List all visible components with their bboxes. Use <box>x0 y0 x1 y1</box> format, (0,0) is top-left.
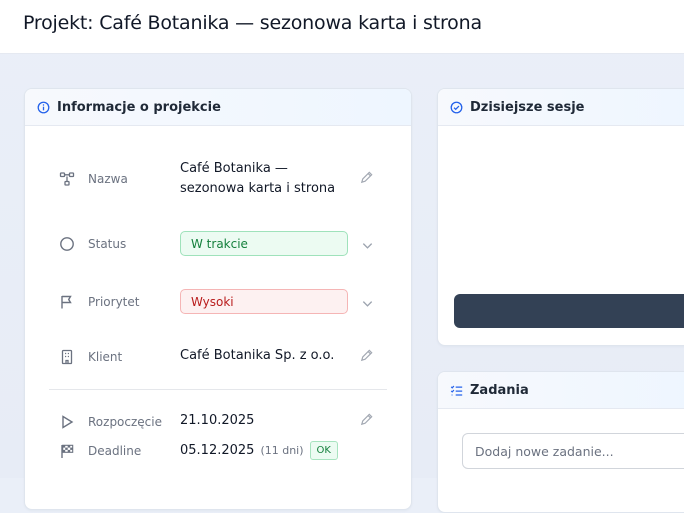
name-value-line1: Café Botanika — <box>180 161 288 176</box>
start-value: 21.10.2025 <box>180 413 255 428</box>
sessions-header: Dzisiejsze sesje <box>438 89 684 126</box>
hierarchy-icon <box>59 171 75 187</box>
name-value: Café Botanika — sezonowa karta i strona <box>180 159 335 199</box>
sessions-title: Dzisiejsze sesje <box>470 99 585 115</box>
project-info-title: Informacje o projekcie <box>57 99 221 115</box>
flag-icon <box>59 294 75 310</box>
building-icon <box>59 349 75 365</box>
tasks-card: Zadania <box>437 371 684 513</box>
name-label: Nazwa <box>88 172 128 186</box>
session-action-button[interactable] <box>454 294 684 328</box>
new-task-input[interactable] <box>462 433 684 469</box>
top-bar: Projekt: Café Botanika — sezonowa karta … <box>0 0 684 54</box>
tasks-title: Zadania <box>470 382 529 398</box>
deadline-status-badge: OK <box>309 441 338 460</box>
name-value-line2: sezonowa karta i strona <box>180 181 336 196</box>
tasks-header: Zadania <box>438 372 684 409</box>
project-info-card: Informacje o projekcie Nazwa Café Botani… <box>24 88 412 510</box>
deadline-label: Deadline <box>88 444 142 458</box>
deadline-value: 05.12.2025 <box>180 443 255 458</box>
chevron-down-icon[interactable] <box>361 295 374 308</box>
circle-icon <box>59 236 75 252</box>
divider <box>49 389 387 390</box>
start-label: Rozpoczęcie <box>88 415 162 429</box>
chevron-down-icon[interactable] <box>361 237 374 250</box>
status-label: Status <box>88 237 127 251</box>
finish-flag-icon <box>59 443 75 459</box>
client-value: Café Botanika Sp. z o.o. <box>180 348 335 363</box>
sessions-card: Dzisiejsze sesje <box>437 88 684 346</box>
edit-name-button[interactable] <box>359 170 374 185</box>
deadline-value-group: 05.12.2025 (11 dni) OK <box>180 441 338 460</box>
project-info-header: Informacje o projekcie <box>25 89 411 126</box>
priority-select[interactable]: Wysoki <box>180 289 348 314</box>
play-icon <box>59 414 75 430</box>
edit-dates-button[interactable] <box>359 412 374 427</box>
status-select[interactable]: W trakcie <box>180 231 348 256</box>
priority-label: Priorytet <box>88 295 140 309</box>
page-title: Projekt: Café Botanika — sezonowa karta … <box>23 12 482 34</box>
client-label: Klient <box>88 350 123 364</box>
check-circle-icon <box>450 101 463 114</box>
list-check-icon <box>450 384 463 397</box>
edit-client-button[interactable] <box>359 348 374 363</box>
info-circle-icon <box>37 101 50 114</box>
deadline-remaining: (11 dni) <box>260 444 304 457</box>
